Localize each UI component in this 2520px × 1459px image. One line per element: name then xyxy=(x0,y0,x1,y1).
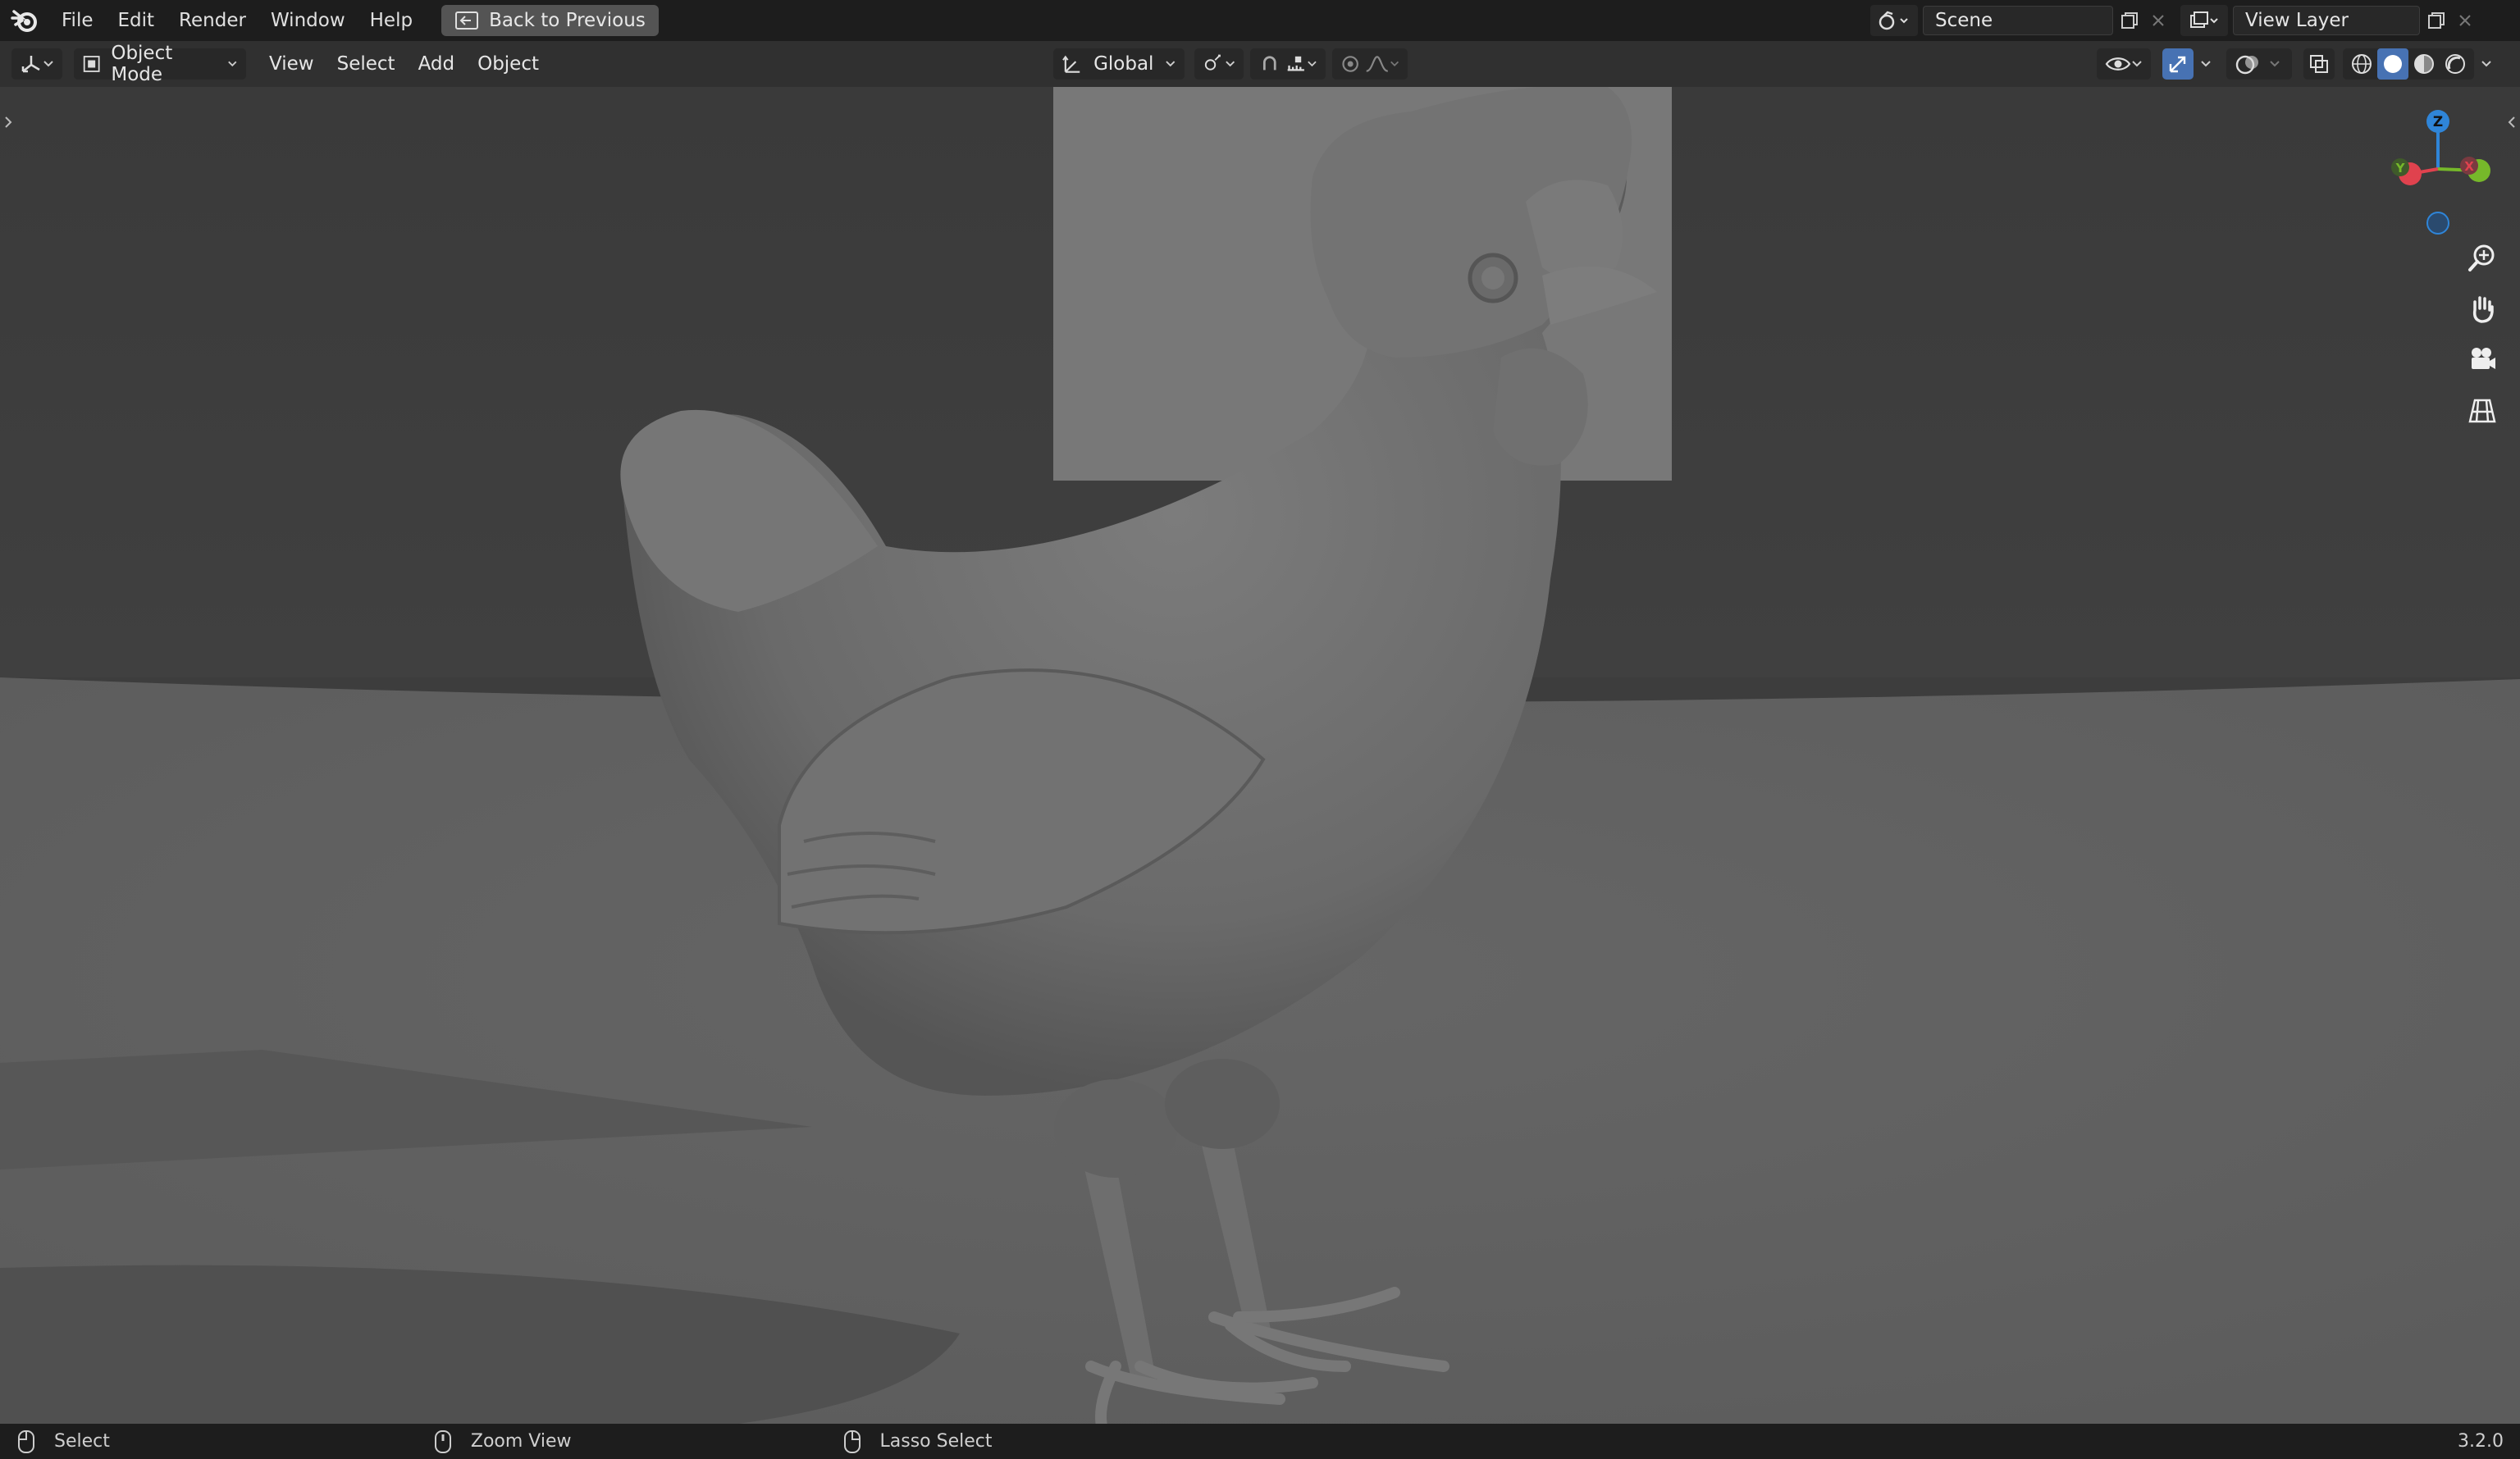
scene-render xyxy=(0,87,2520,1424)
version-label: 3.2.0 xyxy=(2458,1431,2504,1452)
object-mode-icon xyxy=(83,56,100,72)
top-bar: File Edit Render Window Help Back to Pre… xyxy=(0,0,2520,41)
wireframe-sphere-icon xyxy=(2352,54,2372,74)
overlays-dropdown[interactable] xyxy=(2226,48,2292,80)
zoom-icon xyxy=(2468,244,2495,271)
menu-file[interactable]: File xyxy=(49,10,106,31)
mouse-left-icon xyxy=(18,1429,34,1453)
chevron-down-icon xyxy=(43,61,53,67)
orientation-label: Global xyxy=(1093,53,1154,75)
chevron-down-icon xyxy=(2481,61,2491,67)
delete-scene-icon[interactable] xyxy=(2146,5,2171,36)
xray-toggle-button[interactable] xyxy=(2303,48,2335,80)
menu-render[interactable]: Render xyxy=(167,10,258,31)
solid-shading-button[interactable] xyxy=(2377,48,2408,80)
material-sphere-icon xyxy=(2414,54,2434,74)
hint-zoom-view: Zoom View xyxy=(470,1431,572,1452)
grid-icon xyxy=(2468,399,2496,423)
wireframe-shading-button[interactable] xyxy=(2346,48,2377,80)
hint-select: Select xyxy=(54,1431,110,1452)
object-mode-dropdown[interactable]: Object Mode xyxy=(74,43,246,85)
menu-edit[interactable]: Edit xyxy=(106,10,167,31)
material-preview-button[interactable] xyxy=(2408,48,2440,80)
gizmo-icon xyxy=(2169,56,2186,73)
solid-sphere-icon xyxy=(2384,55,2402,73)
chevron-down-icon xyxy=(2270,61,2280,67)
menu-view[interactable]: View xyxy=(258,53,326,75)
3d-viewport[interactable]: Z X Y xyxy=(0,87,2520,1424)
xray-icon xyxy=(2310,55,2328,73)
hint-lasso-select: Lasso Select xyxy=(879,1431,993,1452)
menu-help[interactable]: Help xyxy=(358,10,425,31)
camera-view-button[interactable] xyxy=(2462,340,2503,381)
camera-icon xyxy=(2472,348,2495,369)
back-to-previous-label: Back to Previous xyxy=(489,10,646,31)
status-bar: Select Zoom View Lasso Select 3.2.0 xyxy=(0,1424,2520,1459)
rendered-sphere-icon xyxy=(2445,54,2465,74)
scene-name-field[interactable]: Scene xyxy=(1923,6,2113,35)
blender-logo-icon[interactable] xyxy=(0,0,49,41)
mouse-right-icon xyxy=(843,1429,861,1453)
gizmo-toggle-button[interactable] xyxy=(2162,48,2194,80)
chevron-down-icon xyxy=(2201,61,2211,67)
menu-window[interactable]: Window xyxy=(258,10,358,31)
chevron-down-icon xyxy=(1225,61,1235,67)
chevron-down-icon xyxy=(2132,61,2142,67)
back-to-previous-button[interactable]: Back to Previous xyxy=(441,5,659,36)
falloff-curve-icon xyxy=(1366,56,1389,72)
sidebar-expand-icon[interactable] xyxy=(2504,110,2520,135)
chevron-down-icon xyxy=(1390,61,1399,66)
toolbar-expand-icon[interactable] xyxy=(0,110,16,135)
eye-icon xyxy=(2105,57,2131,71)
proportional-editing-icon xyxy=(1342,56,1358,72)
mouse-middle-icon xyxy=(434,1429,451,1453)
pivot-point-dropdown[interactable] xyxy=(1194,48,1244,80)
proportional-editing-group[interactable] xyxy=(1332,48,1408,80)
menu-object[interactable]: Object xyxy=(466,53,550,75)
view-layer-name-field[interactable]: View Layer xyxy=(2233,6,2420,35)
snap-magnet-icon xyxy=(1262,56,1276,71)
3d-viewport-icon xyxy=(21,56,40,73)
hand-icon xyxy=(2472,296,2494,323)
snap-increment-icon xyxy=(1287,56,1304,71)
back-icon xyxy=(455,11,479,30)
scene-selector-icon[interactable] xyxy=(1870,5,1918,36)
view-layer-selector-icon[interactable] xyxy=(2180,5,2228,36)
viewport-header: Object Mode View Select Add Object Globa… xyxy=(0,41,2520,87)
chevron-down-icon xyxy=(1166,61,1176,67)
scene-name: Scene xyxy=(1935,10,1993,31)
new-view-layer-icon[interactable] xyxy=(2420,5,2453,36)
zoom-view-button[interactable] xyxy=(2462,238,2503,279)
orientation-icon xyxy=(1062,55,1080,73)
delete-view-layer-icon[interactable] xyxy=(2453,5,2477,36)
menu-select[interactable]: Select xyxy=(326,53,407,75)
gizmo-x-label: X xyxy=(2464,159,2474,174)
visibility-dropdown[interactable] xyxy=(2097,48,2151,80)
chevron-down-icon xyxy=(228,61,237,67)
new-scene-icon[interactable] xyxy=(2113,5,2146,36)
rendered-shading-button[interactable] xyxy=(2440,48,2471,80)
shading-options-dropdown[interactable] xyxy=(2474,48,2499,80)
object-mode-label: Object Mode xyxy=(111,43,173,85)
gizmo-dropdown[interactable] xyxy=(2194,48,2218,80)
gizmo-y-label: Y xyxy=(2395,161,2406,176)
overlays-icon xyxy=(2235,55,2258,75)
view-layer-name: View Layer xyxy=(2245,10,2349,31)
editor-type-dropdown[interactable] xyxy=(11,48,62,80)
gizmo-z-label: Z xyxy=(2433,114,2443,130)
snap-group[interactable] xyxy=(1250,48,1326,80)
transform-orientation-dropdown[interactable]: Global xyxy=(1053,48,1185,80)
navigation-gizmo[interactable]: Z X Y xyxy=(2372,103,2504,251)
orthographic-toggle-button[interactable] xyxy=(2462,390,2503,431)
pivot-icon xyxy=(1204,54,1221,71)
pan-view-button[interactable] xyxy=(2462,289,2503,330)
chevron-down-icon xyxy=(1308,61,1317,67)
menu-add[interactable]: Add xyxy=(407,53,467,75)
